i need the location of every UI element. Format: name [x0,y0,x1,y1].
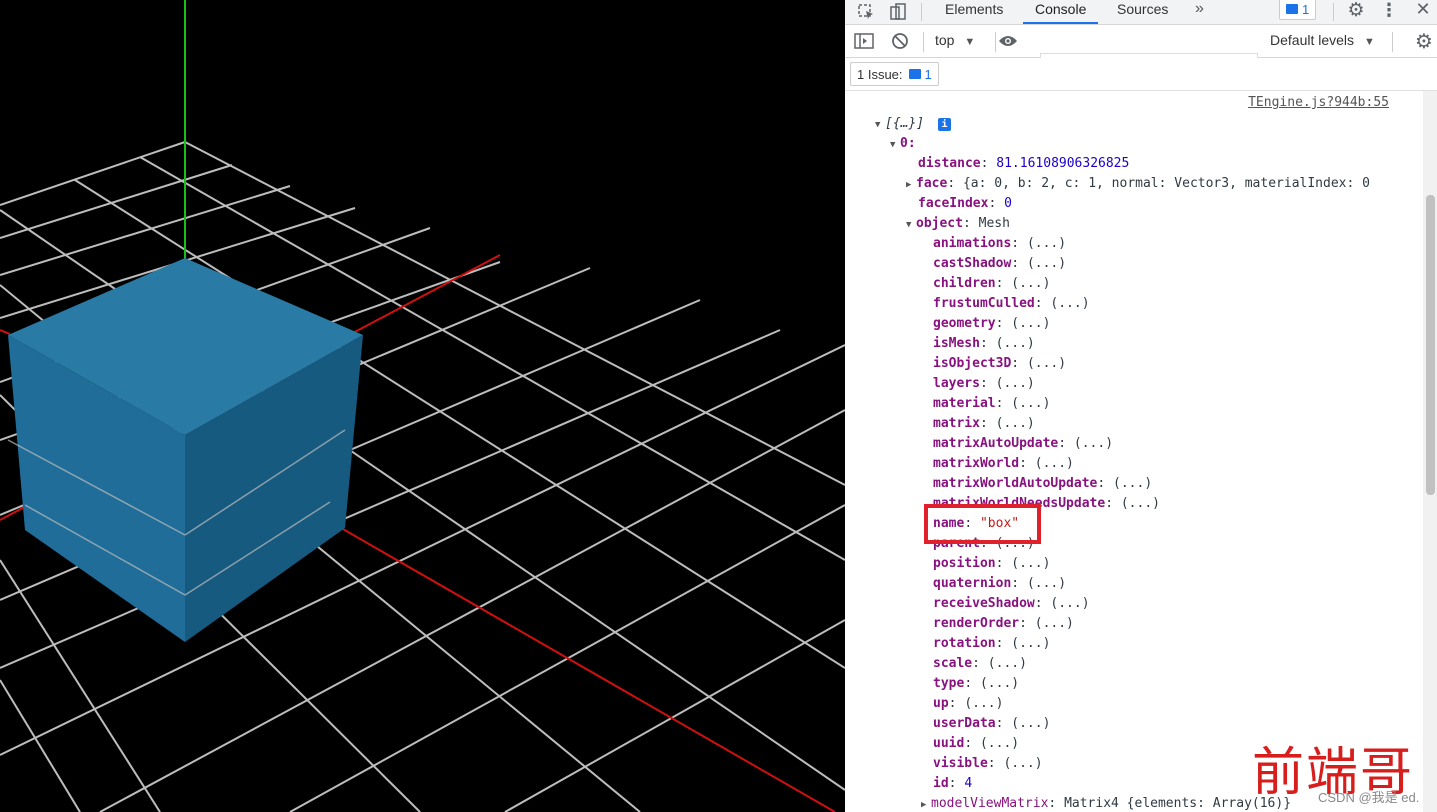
tab-elements[interactable]: Elements [933,0,1015,22]
more-options-icon[interactable]: ⋮ [1380,0,1398,21]
prop-matrixautoupdate[interactable]: matrixAutoUpdate: (...) [933,434,1113,454]
prop-frustumculled[interactable]: frustumCulled: (...) [933,294,1090,314]
index-row[interactable]: 0: [890,134,916,154]
info-icon: i [937,118,951,131]
prop-animations[interactable]: animations: (...) [933,234,1066,254]
prop-faceindex: faceIndex: 0 [918,196,1012,211]
more-tabs-button[interactable]: » [1183,0,1216,22]
sidebar-toggle-icon[interactable] [853,31,875,51]
tab-console[interactable]: Console [1023,0,1099,24]
prop-visible[interactable]: visible: (...) [933,754,1043,774]
messages-count: 1 [1302,1,1310,17]
index-label: 0: [900,136,916,151]
prop-geometry[interactable]: geometry: (...) [933,314,1050,334]
console-toolbar: top ▼ Default levels ▼ ⚙ [845,25,1437,77]
expand-triangle-icon [906,215,916,235]
prop-face[interactable]: face: {a: 0, b: 2, c: 1, normal: Vector3… [906,174,1370,194]
live-expression-eye-icon[interactable] [997,31,1019,51]
red-axis-left [0,329,11,335]
blue-box [8,258,363,642]
context-selector[interactable]: top ▼ [935,32,975,48]
prop-modelviewmatrix[interactable]: modelViewMatrix: Matrix4 {elements: Arra… [921,794,1291,812]
settings-gear-icon[interactable]: ⚙ [1345,0,1367,21]
prop-matrixworld[interactable]: matrixWorld: (...) [933,454,1074,474]
prop-type[interactable]: type: (...) [933,674,1019,694]
prop-position[interactable]: position: (...) [933,554,1050,574]
issues-label: 1 Issue: [857,66,903,82]
prop-distance: distance: 81.16108906326825 [918,156,1130,171]
console-output: TEngine.js?944b:55 [{…}] i 0: distance: … [845,91,1423,812]
prop-layers[interactable]: layers: (...) [933,374,1035,394]
expand-triangle-icon [906,175,916,195]
three-scene [0,0,845,812]
red-axis-z [274,489,836,812]
console-scrollbar[interactable] [1423,91,1437,812]
devtools-tabbar: Elements Console Sources » 1 ⚙ ⋮ ✕ [845,0,1437,25]
chevron-down-icon: ▼ [1363,36,1375,48]
prop-up[interactable]: up: (...) [933,694,1003,714]
prop-scale[interactable]: scale: (...) [933,654,1027,674]
csdn-watermark: CSDN @我是 ed. [1318,790,1420,805]
issues-button[interactable]: 1 Issue: 1 [850,62,939,86]
prop-isobject3d[interactable]: isObject3D: (...) [933,354,1066,374]
array-summary: [{…}] [885,116,925,131]
close-icon[interactable]: ✕ [1413,0,1433,20]
prop-userdata[interactable]: userData: (...) [933,714,1050,734]
expand-triangle-icon [875,115,885,135]
chevron-down-icon: ▼ [964,36,976,48]
context-label: top [935,32,955,48]
prop-quaternion[interactable]: quaternion: (...) [933,574,1066,594]
clear-console-icon[interactable] [889,31,911,51]
devtools-panel: Elements Console Sources » 1 ⚙ ⋮ ✕ top ▼… [845,0,1437,812]
device-toolbar-icon[interactable] [887,2,909,22]
prop-material[interactable]: material: (...) [933,394,1050,414]
prop-ismesh[interactable]: isMesh: (...) [933,334,1035,354]
issues-count: 1 [924,66,932,82]
array-row[interactable]: [{…}] i [875,114,951,134]
inspect-element-icon[interactable] [855,2,877,22]
prop-id: id: 4 [933,776,973,791]
message-icon [908,69,921,79]
console-settings-gear-icon[interactable]: ⚙ [1413,29,1435,53]
prop-receiveshadow[interactable]: receiveShadow: (...) [933,594,1090,614]
prop-uuid[interactable]: uuid: (...) [933,734,1019,754]
highlight-box [924,504,1041,544]
issues-bar: 1 Issue: 1 [845,58,1437,91]
expand-triangle-icon [921,795,931,812]
prop-matrixworldautoupdate[interactable]: matrixWorldAutoUpdate: (...) [933,474,1152,494]
prop-object[interactable]: object: Mesh [906,214,1010,234]
log-levels-dropdown[interactable]: Default levels ▼ [1270,32,1375,48]
prop-rotation[interactable]: rotation: (...) [933,634,1050,654]
prop-children[interactable]: children: (...) [933,274,1050,294]
expand-triangle-icon [890,135,900,155]
tab-sources[interactable]: Sources [1105,0,1180,22]
prop-renderorder[interactable]: renderOrder: (...) [933,614,1074,634]
webgl-viewport[interactable] [0,0,845,812]
message-icon [1286,4,1298,14]
source-link[interactable]: TEngine.js?944b:55 [1248,95,1389,110]
log-levels-label: Default levels [1270,32,1355,48]
prop-castshadow[interactable]: castShadow: (...) [933,254,1066,274]
messages-badge[interactable]: 1 [1279,0,1317,20]
prop-matrix[interactable]: matrix: (...) [933,414,1035,434]
scrollbar-thumb[interactable] [1426,195,1435,495]
